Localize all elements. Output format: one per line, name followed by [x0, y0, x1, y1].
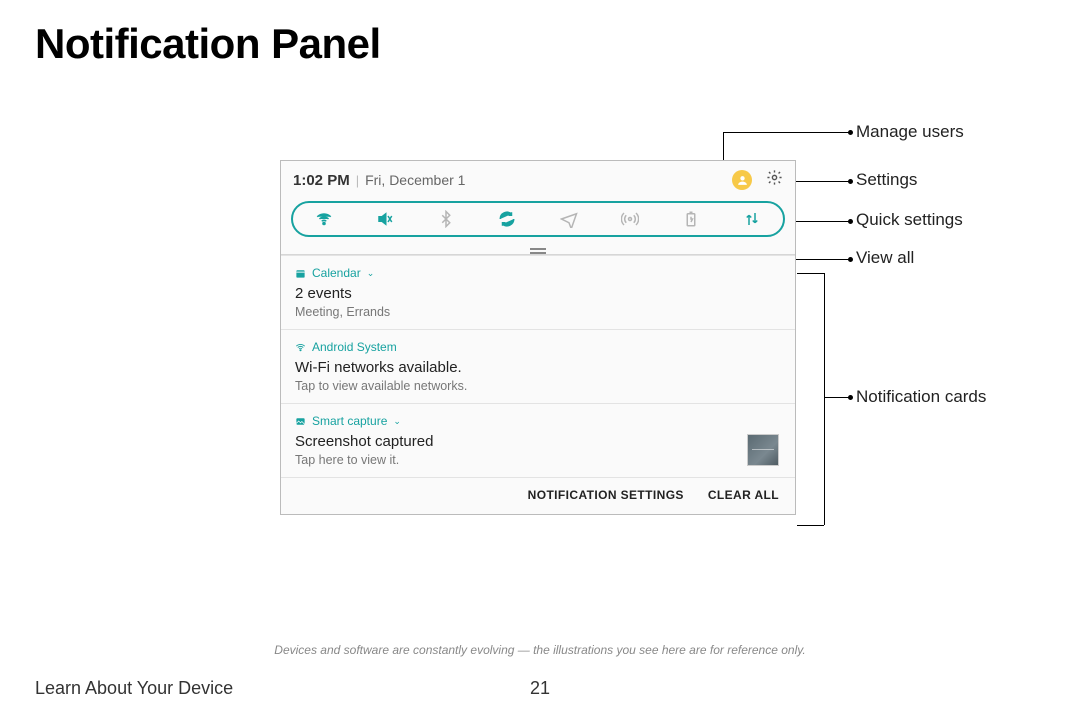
card-app-name: Android System — [312, 340, 397, 354]
wifi-small-icon — [295, 342, 306, 353]
card-app-label: Calendar ⌄ — [295, 266, 781, 280]
notification-card[interactable]: Smart capture ⌄ Screenshot captured Tap … — [281, 403, 795, 477]
notification-settings-button[interactable]: NOTIFICATION SETTINGS — [528, 488, 684, 502]
hotspot-icon[interactable] — [621, 210, 639, 228]
callout-settings: Settings — [856, 170, 917, 190]
image-icon — [295, 416, 306, 427]
clear-all-button[interactable]: CLEAR ALL — [708, 488, 779, 502]
card-app-name: Calendar — [312, 266, 361, 280]
wifi-icon[interactable] — [315, 210, 333, 228]
rotate-icon[interactable] — [498, 210, 516, 228]
notification-panel: 1:02 PM | Fri, December 1 C — [280, 160, 796, 515]
notification-card[interactable]: Android System Wi-Fi networks available.… — [281, 329, 795, 403]
status-date: Fri, December 1 — [365, 172, 465, 188]
status-separator: | — [356, 173, 359, 188]
settings-icon[interactable] — [766, 169, 783, 191]
connector — [790, 221, 849, 222]
bluetooth-icon[interactable] — [437, 210, 455, 228]
connector — [797, 273, 824, 274]
card-subtitle: Meeting, Errands — [295, 305, 781, 319]
chevron-down-icon: ⌄ — [367, 268, 375, 279]
connector — [723, 132, 849, 133]
panel-footer: NOTIFICATION SETTINGS CLEAR ALL — [281, 477, 795, 514]
status-time: 1:02 PM — [293, 172, 350, 189]
mute-icon[interactable] — [376, 210, 394, 228]
connector — [797, 525, 824, 526]
card-title: Screenshot captured — [295, 433, 781, 450]
card-app-name: Smart capture — [312, 414, 387, 428]
expand-handle[interactable] — [281, 243, 795, 255]
card-subtitle: Tap to view available networks. — [295, 379, 781, 393]
page-number: 21 — [530, 678, 550, 699]
data-icon[interactable] — [743, 210, 761, 228]
card-app-label: Smart capture ⌄ — [295, 414, 781, 428]
airplane-icon[interactable] — [560, 210, 578, 228]
quick-settings-bar[interactable] — [291, 201, 785, 237]
connector — [824, 397, 849, 398]
callout-notif-cards: Notification cards — [856, 387, 986, 407]
callout-quick: Quick settings — [856, 210, 963, 230]
screenshot-thumbnail[interactable] — [747, 434, 779, 466]
card-subtitle: Tap here to view it. — [295, 453, 781, 467]
disclaimer-text: Devices and software are constantly evol… — [0, 643, 1080, 657]
section-label: Learn About Your Device — [35, 678, 233, 699]
notification-card[interactable]: Calendar ⌄ 2 events Meeting, Errands — [281, 255, 795, 329]
card-title: Wi-Fi networks available. — [295, 359, 781, 376]
status-bar: 1:02 PM | Fri, December 1 — [281, 161, 795, 197]
calendar-icon — [295, 268, 306, 279]
page-title: Notification Panel — [35, 20, 381, 68]
manage-users-icon[interactable] — [732, 170, 752, 190]
connector — [824, 273, 825, 525]
chevron-down-icon: ⌄ — [393, 416, 401, 427]
battery-icon[interactable] — [682, 210, 700, 228]
card-app-label: Android System — [295, 340, 781, 354]
callout-view-all: View all — [856, 248, 914, 268]
card-title: 2 events — [295, 285, 781, 302]
callout-manage-users: Manage users — [856, 122, 964, 142]
